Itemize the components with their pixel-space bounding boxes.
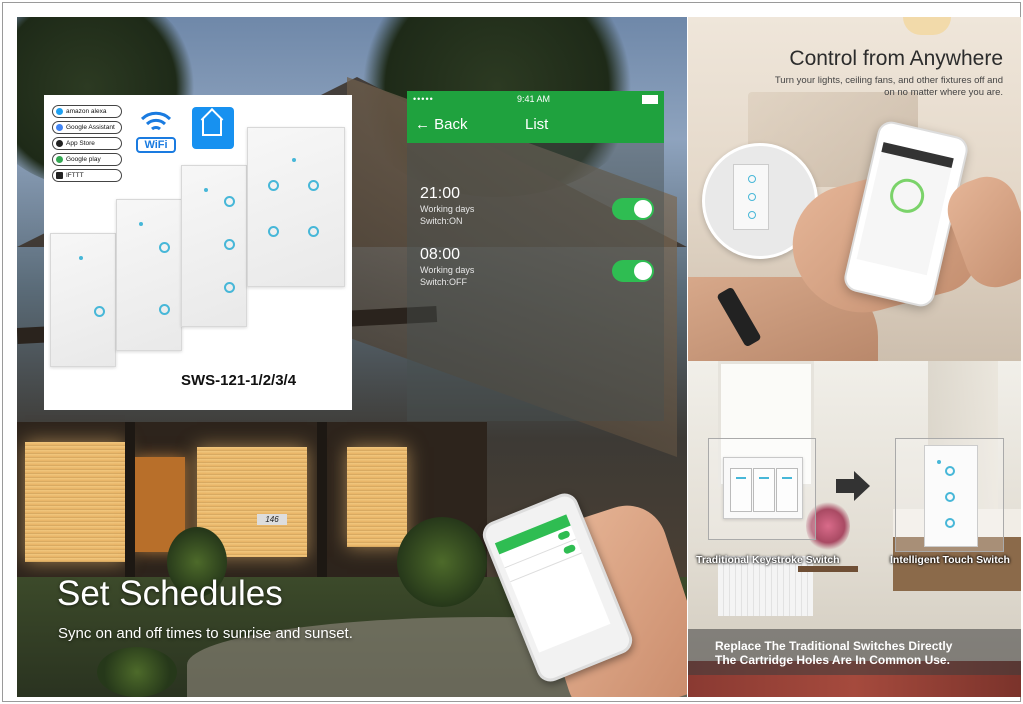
schedule-app-screen: ••••• 9:41 AM ← Back List 21:00 Working … xyxy=(407,91,664,421)
arrow-right-icon xyxy=(836,471,870,501)
wifi-logo: WiFi xyxy=(136,107,176,153)
touch-button xyxy=(159,242,170,253)
switch-panel-3gang xyxy=(181,165,247,327)
touch-button xyxy=(308,226,319,237)
hand-holding-phone xyxy=(478,489,687,697)
switch-panel-2gang xyxy=(116,199,182,351)
rocker-key xyxy=(753,468,775,512)
compatibility-badges: amazon alexa Google Assistant App Store … xyxy=(52,105,122,185)
touch-switch-label: Intelligent Touch Switch xyxy=(890,554,1010,566)
touch-button xyxy=(159,304,170,315)
touch-button xyxy=(308,180,319,191)
schedule-action: Switch:OFF xyxy=(420,277,468,287)
switch-panel-1gang xyxy=(50,233,116,367)
touch-button xyxy=(945,492,955,502)
battery-icon xyxy=(642,95,658,104)
switch-panel-4gang xyxy=(247,127,345,287)
caption-line-1: Replace The Traditional Switches Directl… xyxy=(715,639,953,653)
bush xyxy=(97,647,177,697)
wifi-icon xyxy=(140,111,172,131)
ceiling-lamp xyxy=(903,17,951,35)
set-schedules-subtitle: Sync on and off times to sunrise and sun… xyxy=(58,625,353,642)
rocker-key xyxy=(776,468,798,512)
touch-switch xyxy=(924,445,978,547)
control-subtitle: Turn your lights, ceiling fans, and othe… xyxy=(774,75,1003,98)
switch-panel xyxy=(733,164,769,230)
bush xyxy=(397,517,487,607)
phone-screen xyxy=(856,142,954,276)
touch-button xyxy=(94,306,105,317)
schedule-item[interactable]: 21:00 Working days Switch:ON xyxy=(420,185,474,227)
touch-button xyxy=(748,175,756,183)
schedule-item[interactable]: 08:00 Working days Switch:OFF xyxy=(420,246,474,288)
screen-title: List xyxy=(525,116,549,133)
schedule-toggle[interactable] xyxy=(612,260,654,282)
touch-button xyxy=(748,193,756,201)
status-time: 9:41 AM xyxy=(517,94,551,104)
model-number: SWS-121-1/2/3/4 xyxy=(181,372,297,389)
house-number-sign: 146 xyxy=(257,514,287,525)
ifttt-badge: IFTTT xyxy=(52,169,122,182)
signal-dots: ••••• xyxy=(413,94,434,104)
touch-button xyxy=(224,196,235,207)
keystroke-switch xyxy=(723,457,803,519)
traditional-switch-box xyxy=(708,438,816,540)
google-assistant-badge: Google Assistant xyxy=(52,121,122,134)
replace-switch-panel: Traditional Keystroke Switch Intelligent… xyxy=(688,361,1021,697)
caption-line-2: The Cartridge Holes Are In Common Use. xyxy=(715,653,950,667)
touch-button xyxy=(224,282,235,293)
status-bar: ••••• 9:41 AM xyxy=(407,91,664,107)
back-arrow-icon: ← xyxy=(415,116,430,133)
back-button[interactable]: ← Back xyxy=(415,116,468,133)
control-anywhere-panel: Control from Anywhere Turn your lights, … xyxy=(688,17,1021,361)
schedule-toggle[interactable] xyxy=(612,198,654,220)
traditional-switch-label: Traditional Keystroke Switch xyxy=(696,554,840,566)
rocker-key xyxy=(730,468,752,512)
app-nav-bar: ← Back List xyxy=(407,107,664,143)
schedule-time: 21:00 xyxy=(420,185,461,202)
porch-post xyxy=(125,422,135,582)
set-schedules-title: Set Schedules xyxy=(57,574,283,613)
schedule-time: 08:00 xyxy=(420,246,461,263)
app-store-badge: App Store xyxy=(52,137,122,150)
touch-button xyxy=(945,518,955,528)
touch-switch-box xyxy=(895,438,1004,552)
porch-post xyxy=(317,422,327,582)
touch-button xyxy=(268,180,279,191)
schedule-action: Switch:ON xyxy=(420,216,463,226)
power-icon xyxy=(886,175,928,217)
schedule-days: Working days xyxy=(420,265,475,275)
touch-button xyxy=(748,211,756,219)
wifi-label: WiFi xyxy=(136,137,176,153)
touch-button xyxy=(268,226,279,237)
control-title: Control from Anywhere xyxy=(789,47,1003,70)
schedule-days: Working days xyxy=(420,204,475,214)
smart-home-app-icon xyxy=(192,107,234,149)
product-card: amazon alexa Google Assistant App Store … xyxy=(44,95,352,410)
replace-caption: Replace The Traditional Switches Directl… xyxy=(688,629,1021,675)
alexa-badge: amazon alexa xyxy=(52,105,122,118)
lit-window xyxy=(347,447,407,547)
touch-button xyxy=(945,466,955,476)
touch-button xyxy=(224,239,235,250)
google-play-badge: Google play xyxy=(52,153,122,166)
lit-window xyxy=(25,442,125,562)
